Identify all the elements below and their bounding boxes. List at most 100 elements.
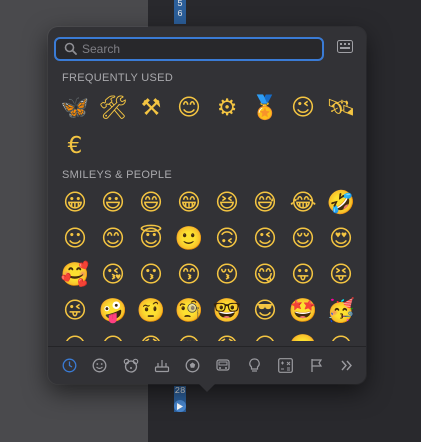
emoji-item[interactable]: 🤨	[132, 293, 170, 329]
emoji-glyph: 😅	[253, 189, 277, 216]
emoji-item[interactable]: 😊	[94, 221, 132, 257]
emoji-item[interactable]: 😞	[132, 329, 170, 341]
car-icon	[215, 358, 231, 373]
emoji-glyph: 🥰	[60, 261, 90, 288]
tab-symbols[interactable]	[274, 354, 296, 376]
emoji-item[interactable]: 🙃	[208, 221, 246, 257]
emoji-item[interactable]: ⚒	[132, 89, 170, 127]
tab-activity[interactable]	[182, 354, 204, 376]
emoji-item[interactable]: 😄	[132, 185, 170, 221]
emoji-glyph: 😟	[215, 335, 239, 341]
line-number: 5	[177, 0, 183, 9]
emoji-glyph: 😄	[139, 189, 163, 216]
emoji-item[interactable]: 😒	[94, 329, 132, 341]
emoji-item[interactable]: 😋	[246, 257, 284, 293]
line-number: 6	[177, 9, 183, 19]
search-input[interactable]	[82, 40, 312, 58]
emoji-item[interactable]: 🤣	[322, 185, 360, 221]
emoji-item[interactable]: 😅	[246, 185, 284, 221]
emoji-item[interactable]: 🤩	[284, 293, 322, 329]
food-icon	[154, 358, 170, 373]
emoji-item[interactable]: 😙	[170, 257, 208, 293]
emoji-item[interactable]: 🙂	[170, 221, 208, 257]
emoji-item[interactable]: 😗	[132, 257, 170, 293]
emoji-item[interactable]: 😍	[322, 221, 360, 257]
emoji-item[interactable]: 🥰	[56, 257, 94, 293]
emoji-item[interactable]: 😆	[208, 185, 246, 221]
emoji-item[interactable]: 😊	[170, 89, 208, 127]
tab-travel[interactable]	[212, 354, 234, 376]
emoji-item[interactable]: 😜	[56, 293, 94, 329]
emoji-item[interactable]: 😁	[170, 185, 208, 221]
tab-more[interactable]	[336, 354, 358, 376]
emoji-glyph: 🙃	[215, 225, 239, 252]
run-line-icon[interactable]	[174, 400, 186, 412]
emoji-glyph: 😔	[177, 335, 201, 341]
emoji-item[interactable]: ☺	[56, 221, 94, 257]
emoji-glyph: 😂	[289, 189, 317, 216]
emoji-glyph: 😆	[215, 189, 239, 216]
tab-smileys[interactable]	[89, 354, 111, 376]
chevrons-right-icon	[340, 359, 353, 372]
emoji-item[interactable]: 🛠	[94, 89, 132, 127]
emoji-item[interactable]: 😕	[246, 329, 284, 341]
emoji-glyph: 😊	[101, 225, 125, 252]
popover-arrow	[198, 383, 216, 392]
keyboard-icon	[337, 40, 353, 53]
emoji-glyph: 😘	[101, 261, 125, 288]
emoji-glyph: 🧐	[174, 297, 204, 324]
emoji-item[interactable]: 🤪	[94, 293, 132, 329]
emoji-item[interactable]: 🦋	[56, 89, 94, 127]
emoji-glyph: 😏	[63, 335, 87, 341]
emoji-item[interactable]: 😎	[246, 293, 284, 329]
tab-food[interactable]	[151, 354, 173, 376]
emoji-item[interactable]: 😘	[94, 257, 132, 293]
emoji-item[interactable]: 😟	[208, 329, 246, 341]
emoji-item[interactable]: 🥳	[322, 293, 360, 329]
emoji-item[interactable]: 😀	[56, 185, 94, 221]
section-title-frequently-used: FREQUENTLY USED	[62, 72, 174, 84]
emoji-glyph: 😙	[177, 261, 201, 288]
emoji-glyph: 😕	[253, 335, 277, 341]
clock-icon	[62, 358, 77, 373]
emoji-glyph: 🤪	[98, 297, 128, 324]
emoji-glyph: 😍	[329, 225, 353, 252]
emoji-glyph: 🦋	[60, 94, 90, 121]
emoji-item[interactable]: 😚	[208, 257, 246, 293]
emoji-item[interactable]: 😔	[170, 329, 208, 341]
emoji-glyph: 🛰	[326, 94, 356, 121]
character-viewer-button[interactable]	[337, 40, 353, 53]
emoji-item[interactable]: 🛰	[322, 89, 360, 127]
emoji-item[interactable]: 😉	[284, 89, 322, 127]
emoji-glyph: 🛠	[98, 94, 128, 121]
emoji-item[interactable]: ⚙	[208, 89, 246, 127]
symbols-icon	[277, 357, 293, 373]
emoji-glyph: 😎	[253, 297, 277, 324]
section-title-smileys-people: SMILEYS & PEOPLE	[62, 169, 172, 181]
flag-icon	[310, 358, 323, 373]
emoji-item[interactable]: 😇	[132, 221, 170, 257]
emoji-glyph: 😞	[139, 335, 163, 341]
tab-flags[interactable]	[305, 354, 327, 376]
emoji-item[interactable]: 😉	[246, 221, 284, 257]
frequently-used-grid: 🦋 🛠 ⚒ 😊 ⚙ 🏅 😉 🛰 €	[56, 89, 360, 165]
emoji-item[interactable]: 🏅	[246, 89, 284, 127]
emoji-item[interactable]: €	[56, 127, 94, 165]
emoji-item[interactable]: 🤓	[208, 293, 246, 329]
tab-animals[interactable]	[120, 354, 142, 376]
emoji-glyph: 🤓	[212, 297, 242, 324]
tab-objects[interactable]	[243, 354, 265, 376]
emoji-item[interactable]: 🧐	[170, 293, 208, 329]
line-number: 28	[174, 386, 186, 396]
emoji-item[interactable]: 😃	[94, 185, 132, 221]
emoji-item[interactable]: 😌	[284, 221, 322, 257]
emoji-glyph: 😃	[101, 189, 125, 216]
emoji-item[interactable]: 🙁	[284, 329, 322, 341]
emoji-item[interactable]: 😛	[284, 257, 322, 293]
emoji-item[interactable]: 😏	[56, 329, 94, 341]
emoji-item[interactable]: 😝	[322, 257, 360, 293]
search-field[interactable]	[54, 37, 324, 61]
tab-recent[interactable]	[58, 354, 80, 376]
emoji-item[interactable]: ☹	[322, 329, 360, 341]
emoji-item[interactable]: 😂	[284, 185, 322, 221]
